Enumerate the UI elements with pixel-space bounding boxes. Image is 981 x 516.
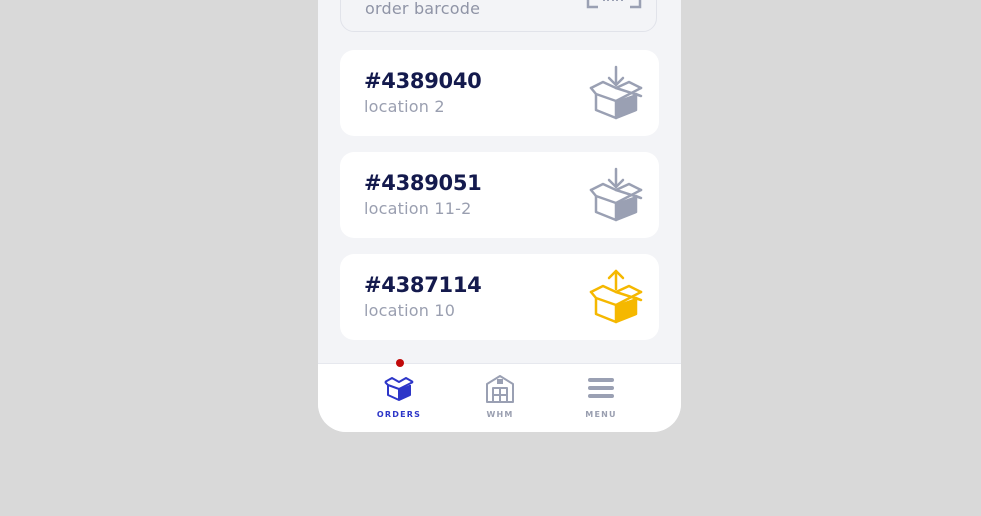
order-location: location 2 xyxy=(364,97,445,116)
box-upload-icon xyxy=(589,269,643,324)
order-id: #4387114 xyxy=(364,273,482,297)
barcode-placeholder: order barcode xyxy=(365,0,481,18)
box-download-icon xyxy=(589,65,643,120)
tab-whm[interactable]: WHM xyxy=(460,364,540,432)
tab-label: ORDERS xyxy=(376,410,422,419)
box-icon xyxy=(384,377,414,401)
tab-orders[interactable]: ORDERS xyxy=(359,359,439,432)
order-location: location 10 xyxy=(364,301,456,320)
tab-label: WHM xyxy=(486,410,514,419)
menu-icon xyxy=(588,378,614,398)
order-card[interactable]: #4389040 location 2 xyxy=(340,50,659,136)
order-card[interactable]: #4387114 location 10 xyxy=(340,254,659,340)
box-download-icon xyxy=(589,167,643,222)
order-location: location 11-2 xyxy=(364,199,472,218)
notification-dot xyxy=(396,359,404,367)
barcode-scan-icon[interactable] xyxy=(586,0,642,15)
phone-screen: order barcode #4389040 location 2 #43890… xyxy=(318,0,681,432)
tab-menu[interactable]: MENU xyxy=(561,364,641,432)
order-id: #4389040 xyxy=(364,69,482,93)
bottom-tab-bar: ORDERS WHM MENU xyxy=(318,359,681,432)
tab-label: MENU xyxy=(585,410,617,419)
order-card[interactable]: #4389051 location 11-2 xyxy=(340,152,659,238)
order-id: #4389051 xyxy=(364,171,482,195)
barcode-scan-field[interactable]: order barcode xyxy=(340,0,657,32)
warehouse-icon xyxy=(486,375,514,403)
